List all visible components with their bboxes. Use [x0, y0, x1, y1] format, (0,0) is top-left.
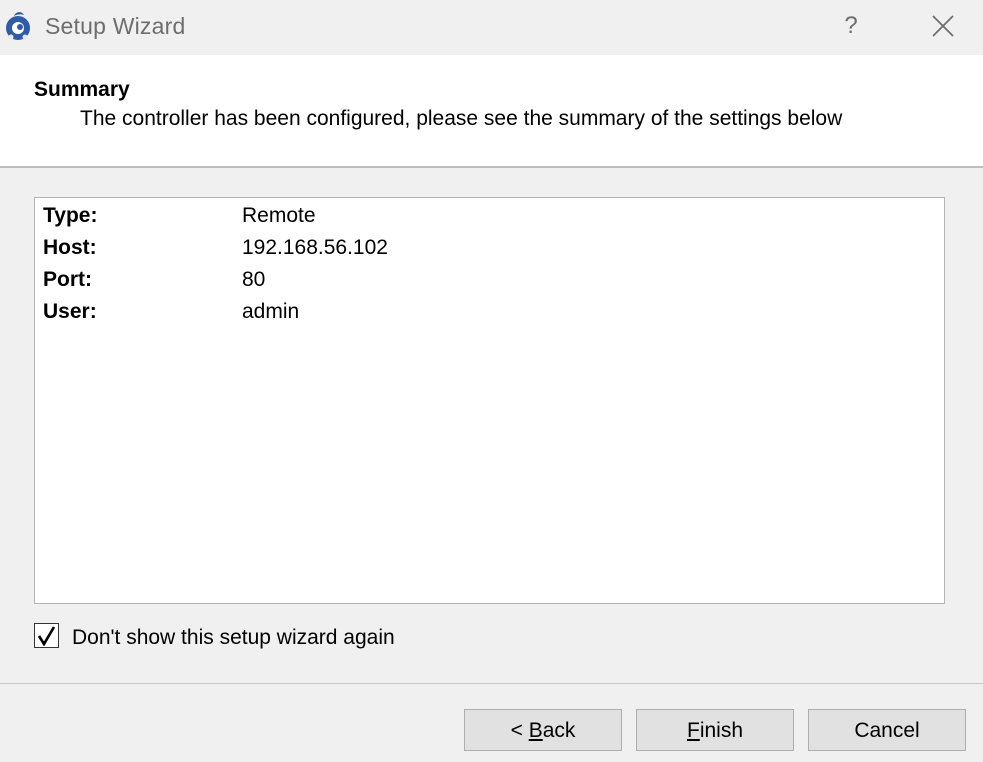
summary-value: 80 [242, 268, 266, 291]
cancel-button[interactable]: Cancel [808, 709, 966, 751]
summary-key: Host: [43, 236, 97, 259]
page-title: Summary [34, 78, 130, 101]
summary-key: User: [43, 300, 97, 323]
setup-wizard-window: Setup Wizard ? Summary The controller ha… [0, 0, 983, 762]
summary-value: Remote [242, 204, 316, 227]
summary-text-area[interactable]: Type: Remote Host: 192.168.56.102 Port: … [34, 197, 945, 604]
page-subtitle: The controller has been configured, plea… [80, 107, 843, 130]
close-button[interactable] [920, 6, 966, 46]
cancel-label: Cancel [854, 719, 920, 742]
dont-show-again-option[interactable]: Don't show this setup wizard again [34, 623, 454, 653]
summary-key: Port: [43, 268, 92, 291]
header-divider [0, 166, 983, 168]
summary-row-type: Type: Remote [43, 204, 923, 234]
summary-value: 192.168.56.102 [242, 236, 388, 259]
footer-divider [0, 683, 983, 684]
close-icon [932, 15, 954, 37]
dont-show-again-checkbox[interactable] [34, 623, 59, 648]
checkmark-icon [38, 626, 56, 646]
summary-row-user: User: admin [43, 300, 923, 330]
back-rest: ack [542, 719, 576, 742]
dont-show-again-label: Don't show this setup wizard again [72, 626, 395, 649]
back-prefix: < [510, 719, 529, 742]
finish-accel: F [686, 719, 700, 742]
finish-button[interactable]: Finish [636, 709, 794, 751]
back-accel: B [528, 719, 543, 742]
help-label: ? [844, 12, 858, 39]
finish-rest: inish [699, 719, 744, 742]
summary-row-host: Host: 192.168.56.102 [43, 236, 923, 266]
summary-key: Type: [43, 204, 98, 227]
title-bar: Setup Wizard ? [0, 0, 983, 54]
wizard-header: Summary The controller has been configur… [0, 55, 983, 166]
help-button[interactable]: ? [828, 6, 874, 46]
summary-row-port: Port: 80 [43, 268, 923, 298]
back-button[interactable]: < Back [464, 709, 622, 751]
app-logo-icon [4, 10, 34, 42]
window-title: Setup Wizard [45, 13, 186, 39]
summary-value: admin [242, 300, 300, 323]
